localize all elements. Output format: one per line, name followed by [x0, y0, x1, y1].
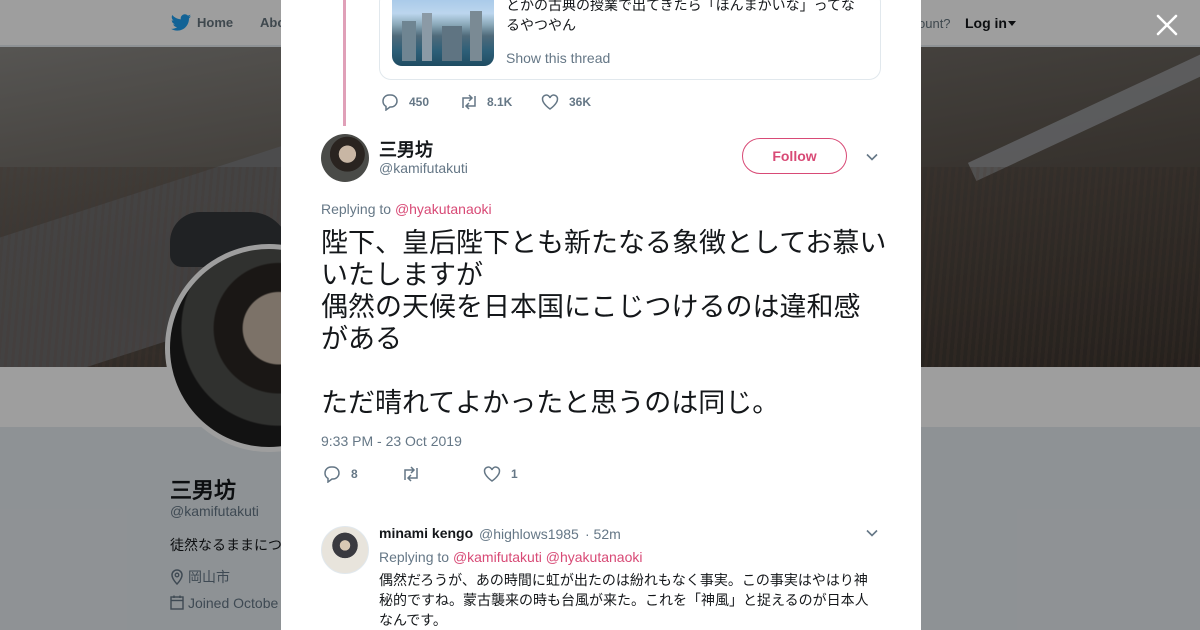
quoted-tweet-image[interactable]: [392, 0, 494, 66]
replying-to: Replying to @hyakutanaoki: [321, 201, 492, 217]
reply-author-avatar[interactable]: [321, 526, 369, 574]
reply-time[interactable]: · 52m: [585, 526, 621, 542]
retweet-count: 8.1K: [487, 95, 513, 109]
tweet-timestamp[interactable]: 9:33 PM - 23 Oct 2019: [321, 433, 462, 449]
quoted-tweet-text: とかの古典の授業で出てきたら「ほんまかいな」ってなるやつやん: [506, 0, 855, 33]
quoted-tweet-actions: 450 8.1K 36K: [381, 92, 681, 112]
tweet-author-name[interactable]: 三男坊: [379, 136, 433, 162]
replying-to-mention[interactable]: @hyakutanaoki: [546, 549, 643, 565]
show-thread-link[interactable]: Show this thread: [506, 50, 610, 66]
tweet-actions: 8 1: [323, 464, 623, 484]
tweet-modal: とかの古典の授業で出てきたら「ほんまかいな」ってなるやつやん Show this…: [281, 0, 921, 630]
reply-text: 偶然だろうが、あの時間に虹が出たのは紛れもなく事実。この事実はやはり神秘的ですね…: [379, 573, 869, 629]
like-icon: [541, 94, 559, 110]
replying-to-mention[interactable]: @hyakutanaoki: [395, 201, 492, 217]
close-icon[interactable]: [1154, 12, 1180, 38]
reply-replying-to: Replying to @kamifutakuti @hyakutanaoki: [379, 549, 642, 565]
thread-connector-line: [343, 0, 346, 126]
like-count: 36K: [569, 95, 592, 109]
like-icon: [483, 466, 501, 482]
tweet-author-avatar[interactable]: [321, 134, 369, 182]
replying-to-label: Replying to: [321, 201, 392, 217]
reply-icon: [324, 466, 340, 483]
retweet-icon: [404, 466, 418, 482]
reply-author-handle[interactable]: @highlows1985: [479, 526, 579, 542]
follow-button[interactable]: Follow: [742, 138, 847, 174]
reply-author-name[interactable]: minami kengo: [379, 525, 473, 541]
chevron-down-icon[interactable]: [865, 150, 879, 164]
chevron-down-icon[interactable]: [865, 526, 879, 540]
reply-count: 8: [351, 467, 358, 481]
image-building: [402, 21, 416, 61]
image-building: [470, 11, 482, 61]
image-building: [422, 13, 432, 61]
replying-to-mention[interactable]: @kamifutakuti: [453, 549, 542, 565]
image-building: [442, 26, 462, 61]
reply-count: 450: [409, 95, 430, 109]
reply-icon: [382, 94, 398, 111]
tweet-text: 陛下、皇后陛下とも新たなる象徴としてお慕いいたしますが 偶然の天候を日本国にこじ…: [321, 228, 887, 419]
tweet-author-handle[interactable]: @kamifutakuti: [379, 160, 468, 176]
like-count: 1: [511, 467, 518, 481]
replying-to-label: Replying to: [379, 549, 450, 565]
retweet-icon: [462, 94, 476, 110]
quoted-tweet-card[interactable]: とかの古典の授業で出てきたら「ほんまかいな」ってなるやつやん Show this…: [379, 0, 881, 80]
